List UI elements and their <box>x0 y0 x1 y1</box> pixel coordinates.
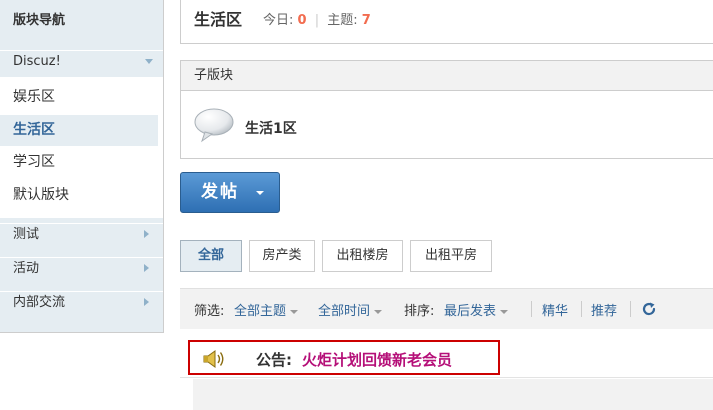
dropdown-arrow-icon <box>290 309 299 314</box>
forum-nav-sidebar: 版块导航 Discuz! 娱乐区 生活区 学习区 默认版块 测试 活动 内部交流 <box>0 0 164 333</box>
refresh-icon[interactable] <box>641 301 657 317</box>
filter-all-time-label: 全部时间 <box>318 304 371 319</box>
filter-all-time[interactable]: 全部时间 <box>318 300 383 319</box>
sidebar-group-label: Discuz! <box>13 54 61 69</box>
filter-all-threads[interactable]: 全部主题 <box>234 300 299 319</box>
sidebar-item-life[interactable]: 生活区 <box>0 115 158 146</box>
filter-all-threads-label: 全部主题 <box>234 304 287 319</box>
chevron-right-icon <box>144 298 149 306</box>
sidebar-group-activity[interactable]: 活动 <box>0 257 163 279</box>
filter-bar: 筛选: 全部主题 全部时间 排序: 最后发表 精华 推荐 <box>180 288 713 329</box>
threads-label: 主题: <box>327 13 358 28</box>
sort-last-post-label: 最后发表 <box>444 304 497 319</box>
dropdown-arrow-icon <box>500 309 509 314</box>
tab-rent-bungalow[interactable]: 出租平房 <box>410 240 492 272</box>
sort-last-post[interactable]: 最后发表 <box>444 300 509 319</box>
sidebar-group-label: 测试 <box>13 227 40 242</box>
subforum-link[interactable]: 生活1区 <box>245 118 297 138</box>
sidebar-group-test[interactable]: 测试 <box>0 223 163 245</box>
filter-divider <box>581 301 582 317</box>
thread-list-row <box>193 379 713 410</box>
sidebar-item-entertainment[interactable]: 娱乐区 <box>0 82 158 113</box>
chevron-right-icon <box>144 264 149 272</box>
sidebar-group-label: 活动 <box>13 261 40 276</box>
tab-all[interactable]: 全部 <box>180 240 242 272</box>
announcement-label: 公告: <box>256 351 292 369</box>
sidebar-group-label: 内部交流 <box>13 295 66 310</box>
filter-digest[interactable]: 精华 <box>542 300 568 319</box>
sidebar-item-study[interactable]: 学习区 <box>0 147 158 178</box>
forum-stats: 今日: 0 | 主题: 7 <box>263 9 371 28</box>
sort-label: 排序: <box>404 304 435 319</box>
sidebar-item-default[interactable]: 默认版块 <box>0 180 158 211</box>
threads-count: 7 <box>361 13 371 28</box>
page-title: 生活区 <box>194 10 243 29</box>
speech-bubble-icon <box>194 108 234 143</box>
caret-down-icon <box>256 191 264 195</box>
sidebar-group-discuz[interactable]: Discuz! <box>0 50 163 72</box>
tab-rent-building[interactable]: 出租楼房 <box>322 240 403 272</box>
announcement-row: 公告: 火炬计划回馈新老会员 <box>180 330 713 378</box>
sidebar-title: 版块导航 <box>13 13 66 28</box>
subforum-heading: 子版块 <box>181 61 713 91</box>
forum-header: 生活区 今日: 0 | 主题: 7 <box>180 0 713 44</box>
filter-label: 筛选: <box>194 304 225 319</box>
announcement-highlight: 公告: 火炬计划回馈新老会员 <box>188 340 500 375</box>
tab-real-estate[interactable]: 房产类 <box>249 240 315 272</box>
sidebar-group-internal[interactable]: 内部交流 <box>0 291 163 313</box>
chevron-right-icon <box>144 230 149 238</box>
filter-divider <box>531 301 532 317</box>
stats-separator: | <box>314 13 320 28</box>
filter-divider <box>630 301 631 317</box>
announcement-link[interactable]: 火炬计划回馈新老会员 <box>302 349 452 370</box>
chevron-down-icon <box>145 59 153 64</box>
subforum-box: 子版块 生活1区 <box>180 60 713 159</box>
today-label: 今日: <box>263 13 294 28</box>
dropdown-arrow-icon <box>374 309 383 314</box>
sidebar-forum-list: 娱乐区 生活区 学习区 默认版块 <box>0 77 163 218</box>
megaphone-icon <box>203 350 224 368</box>
filter-recommend[interactable]: 推荐 <box>591 300 617 319</box>
new-post-label: 发帖 <box>201 182 239 202</box>
new-post-button[interactable]: 发帖 <box>180 172 280 213</box>
today-count: 0 <box>297 13 307 28</box>
